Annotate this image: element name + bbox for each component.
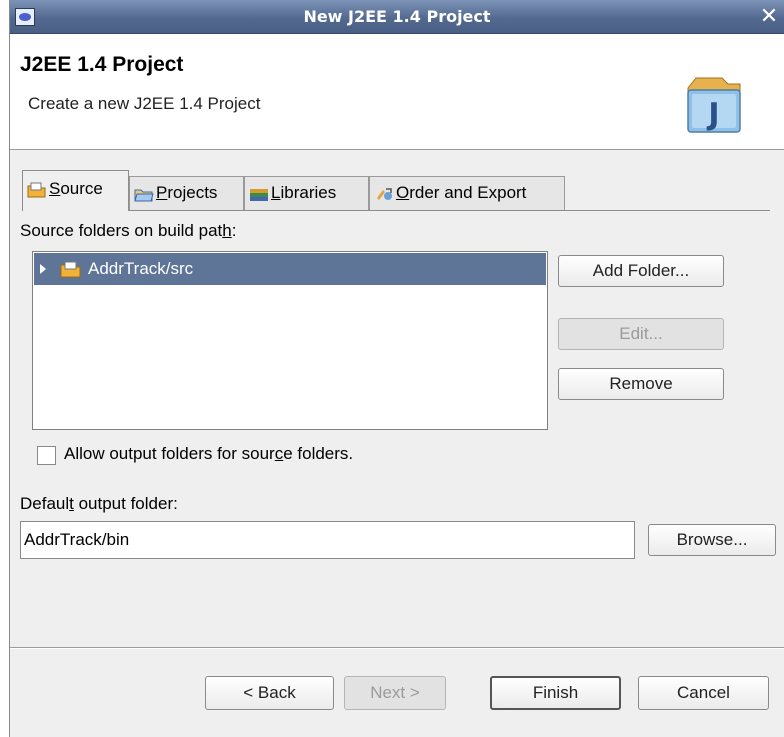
close-button[interactable]: ✕ xyxy=(758,6,780,28)
wizard-footer: < Back Next > Finish Cancel xyxy=(10,649,784,737)
tab-projects[interactable]: Projects xyxy=(129,176,244,210)
edit-button[interactable]: Edit... xyxy=(558,318,724,350)
title-bar[interactable]: New J2EE 1.4 Project ✕ xyxy=(10,0,784,34)
expand-arrow-icon[interactable] xyxy=(40,264,46,274)
window-title: New J2EE 1.4 Project xyxy=(303,7,491,26)
default-output-folder-label: Default output folder: xyxy=(20,494,178,514)
tab-order-label: rder and Export xyxy=(409,183,527,202)
finish-button[interactable]: Finish xyxy=(490,676,621,710)
source-folders-label: Source folders on build path: xyxy=(20,221,236,241)
tab-libraries[interactable]: Libraries xyxy=(244,176,369,210)
output-label-text: Defaul xyxy=(20,494,70,513)
allow-output-text-end: e folders. xyxy=(283,444,354,463)
tab-source-mnemonic: S xyxy=(49,179,61,198)
order-export-icon xyxy=(377,187,392,200)
tab-order-mnemonic: O xyxy=(396,183,410,202)
remove-button[interactable]: Remove xyxy=(558,368,724,400)
libraries-icon xyxy=(250,188,268,201)
tab-libraries-label: ibraries xyxy=(280,183,337,202)
source-folders-label-text: Source folders on build pat xyxy=(20,221,223,240)
output-label-text-end: output folder: xyxy=(73,494,178,513)
source-folder-name: AddrTrack/src xyxy=(88,259,194,278)
tab-projects-mnemonic: P xyxy=(156,183,168,202)
wizard-header: J2EE 1.4 Project Create a new J2EE 1.4 P… xyxy=(10,34,784,150)
wizard-dialog: New J2EE 1.4 Project ✕ J2EE 1.4 Project … xyxy=(9,0,784,737)
browse-button[interactable]: Browse... xyxy=(648,524,776,556)
source-folders-list[interactable]: AddrTrack/src xyxy=(32,251,548,430)
tab-projects-label: rojects xyxy=(167,183,218,202)
next-button[interactable]: Next > xyxy=(344,676,446,710)
source-folder-icon xyxy=(60,261,81,278)
wizard-content: Source Projects Libraries Order and Expo… xyxy=(10,151,784,647)
source-folders-label-colon: : xyxy=(231,221,237,240)
allow-output-mnemonic: c xyxy=(274,444,284,463)
allow-output-text: Allow output folders for sour xyxy=(64,444,275,463)
page-title: J2EE 1.4 Project xyxy=(20,53,184,76)
source-folder-icon xyxy=(27,182,46,198)
tab-source-label: ource xyxy=(60,179,103,198)
tab-source[interactable]: Source xyxy=(22,170,129,211)
source-folders-label-mnemonic: h xyxy=(222,221,232,240)
list-item[interactable]: AddrTrack/src xyxy=(34,253,546,285)
allow-output-folders-checkbox[interactable] xyxy=(37,446,56,465)
projects-folder-icon xyxy=(134,189,154,202)
svg-text:J: J xyxy=(706,97,719,132)
tab-order-and-export[interactable]: Order and Export xyxy=(369,176,565,210)
java-project-wizard-icon: J xyxy=(687,77,741,133)
back-button[interactable]: < Back xyxy=(205,676,334,710)
default-output-folder-field[interactable]: AddrTrack/bin xyxy=(20,521,635,559)
allow-output-folders-label[interactable]: Allow output folders for source folders. xyxy=(64,444,353,464)
add-folder-button[interactable]: Add Folder... xyxy=(558,255,724,287)
page-description: Create a new J2EE 1.4 Project xyxy=(28,94,261,113)
cancel-button[interactable]: Cancel xyxy=(638,676,769,710)
